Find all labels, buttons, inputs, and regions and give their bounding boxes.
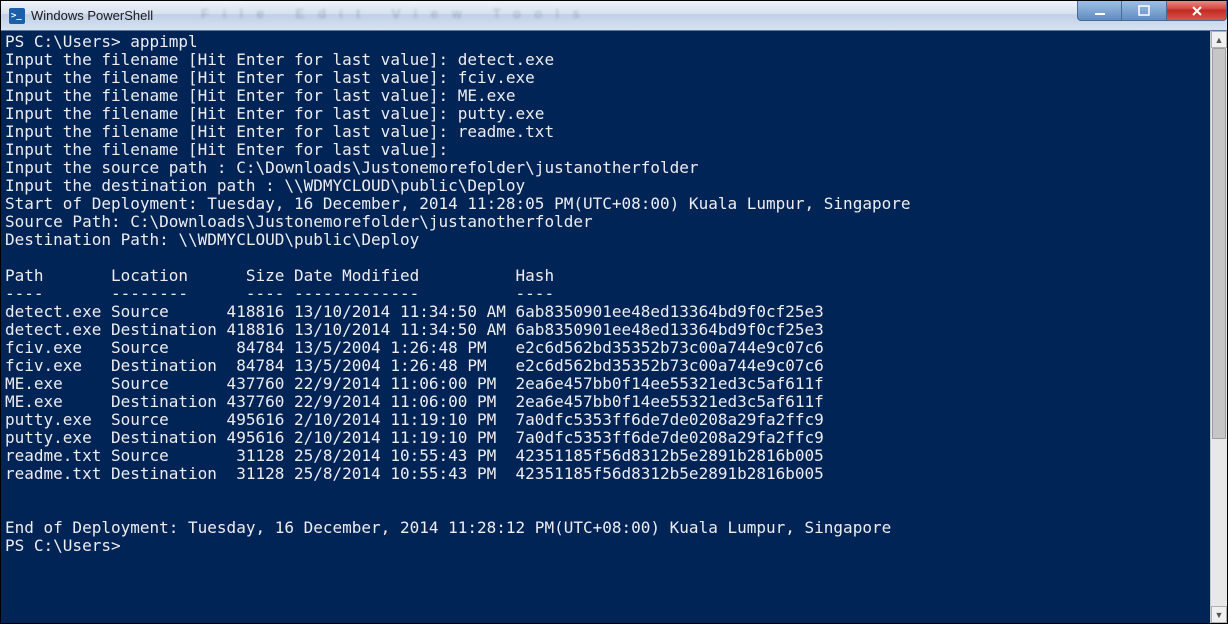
scroll-up-button[interactable]: ▲ (1211, 31, 1227, 48)
background-menu-blur: File Edit View Tools (201, 6, 593, 21)
vertical-scrollbar[interactable]: ▲ ▼ (1210, 31, 1227, 623)
titlebar[interactable]: Windows PowerShell File Edit View Tools (1, 1, 1227, 31)
close-button[interactable] (1167, 1, 1227, 21)
window-buttons (1077, 1, 1227, 30)
terminal-wrapper: PS C:\Users> appimpl Input the filename … (1, 31, 1227, 623)
powershell-icon (9, 8, 25, 24)
minimize-button[interactable] (1077, 1, 1122, 21)
maximize-button[interactable] (1122, 1, 1167, 21)
scroll-track[interactable] (1211, 48, 1227, 606)
scroll-thumb[interactable] (1212, 48, 1226, 439)
scroll-down-button[interactable]: ▼ (1211, 606, 1227, 623)
minimize-icon (1094, 5, 1106, 17)
maximize-icon (1138, 5, 1150, 17)
terminal-output[interactable]: PS C:\Users> appimpl Input the filename … (1, 31, 1210, 623)
window-title: Windows PowerShell (31, 8, 153, 23)
powershell-window: Windows PowerShell File Edit View Tools … (0, 0, 1228, 624)
close-icon (1190, 5, 1204, 17)
